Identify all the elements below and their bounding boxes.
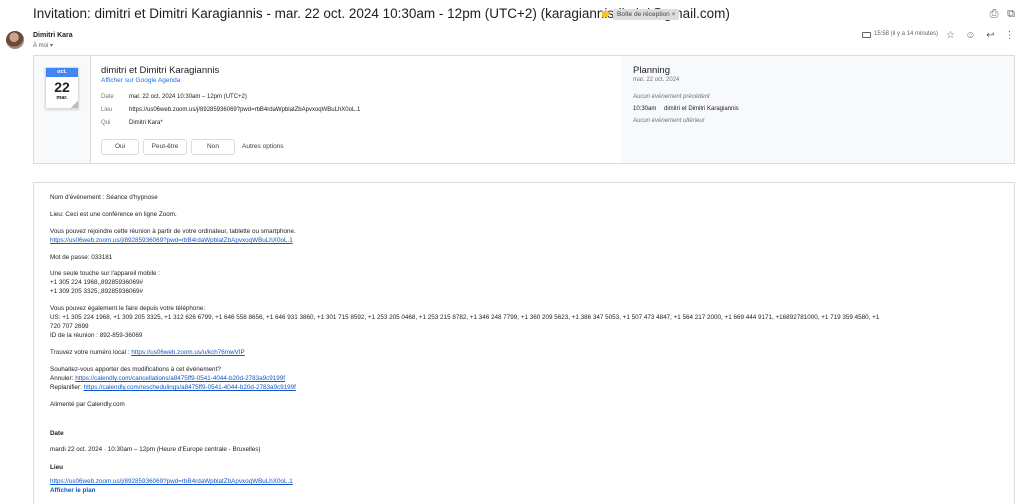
meeting-id-line: ID de la réunion : 892-859-36069 — [50, 332, 143, 339]
local-number-text: Trouvez votre numéro local : — [50, 349, 132, 356]
rsvp-yes-button[interactable]: Oui — [101, 139, 139, 155]
avatar[interactable] — [6, 31, 24, 49]
star-icon[interactable]: ☆ — [945, 30, 956, 41]
calendar-invite-card: oct. 22 mar. dimitri et Dimitri Karagian… — [33, 55, 1015, 164]
place-value[interactable]: https://us06web.zoom.us/j/89285936069?pw… — [129, 107, 360, 113]
date-heading: Date — [50, 430, 64, 437]
place-link[interactable]: https://us06web.zoom.us/j/89285936069?pw… — [50, 478, 293, 486]
guests-value: Dimitri Kara* — [129, 120, 163, 126]
calendar-day: 22 — [54, 79, 70, 95]
join-info-line: Vous pouvez rejoindre cette réunion à pa… — [50, 228, 296, 235]
rsvp-more-options-button[interactable]: Autres options — [242, 139, 284, 155]
show-map-link[interactable]: Afficher le plan — [50, 487, 96, 495]
password-line: Mot de passe: 033181 — [50, 254, 113, 261]
one-tap-heading: Une seule touche sur l'appareil mobile : — [50, 270, 161, 277]
dial-in-numbers-cont: 720 707 2699 — [50, 323, 89, 330]
local-number-link[interactable]: https://us06web.zoom.us/u/kch76mwVIP — [131, 349, 244, 356]
more-options-icon[interactable]: ⋮ — [1004, 30, 1015, 41]
event-details: dimitri et Dimitri Karagiannis Afficher … — [90, 56, 622, 163]
place-heading: Lieu — [50, 464, 63, 471]
view-in-google-calendar-link[interactable]: Afficher sur Google Agenda — [101, 77, 180, 84]
page-fold-icon — [71, 101, 78, 108]
reschedule-line: Replanifier: https://calendly.com/resche… — [50, 384, 296, 392]
powered-by-line: Alimenté par Calendly.com — [50, 401, 125, 408]
calendar-date-icon: oct. 22 mar. — [45, 67, 79, 109]
next-event-note: Aucun événement ultérieur — [633, 118, 705, 124]
date-value: mar. 22 oct. 2024 10:30am – 12pm (UTC+2) — [129, 94, 247, 100]
place-label: Lieu — [101, 107, 113, 113]
calendar-month: oct. — [46, 68, 78, 77]
print-icon[interactable]: ⎙ — [988, 8, 1000, 20]
open-new-window-icon[interactable]: ⧉ — [1005, 8, 1017, 20]
reschedule-link[interactable]: https://calendly.com/reschedulings/a8475… — [84, 384, 296, 391]
cancel-line: Annuler: https://calendly.com/cancellati… — [50, 375, 285, 383]
email-body: Nom d'événement : Séance d'hypnose Lieu:… — [33, 182, 1015, 504]
planning-title: Planning — [633, 65, 670, 76]
subject-row: Invitation: dimitri et Dimitri Karagiann… — [0, 0, 1024, 26]
date-label: Date — [101, 94, 114, 100]
previous-event-note: Aucun événement précédent — [633, 94, 710, 100]
cancel-link[interactable]: https://calendly.com/cancellations/a8475… — [75, 375, 285, 382]
one-tap-number: +1 305 224 1968,,89285936069# — [50, 279, 143, 286]
planning-event-name[interactable]: dimitri et Dimitri Karagiannis — [664, 106, 739, 112]
reschedule-text: Replanifier: — [50, 384, 84, 391]
cancel-text: Annuler: — [50, 375, 76, 382]
emoji-reaction-icon[interactable]: ☺ — [965, 30, 976, 41]
changes-heading: Souhaitez-vous apporter des modification… — [50, 366, 221, 373]
recipient-details-toggle[interactable]: À moi ▾ — [33, 42, 53, 49]
sender-name[interactable]: Dimitri Kara — [33, 32, 73, 39]
inbox-label-chip[interactable]: Boîte de réception × — [613, 9, 680, 20]
dial-in-heading: Vous pouvez également le faire depuis vo… — [50, 305, 206, 312]
rsvp-maybe-button[interactable]: Peut-être — [143, 139, 187, 155]
event-title: dimitri et Dimitri Karagiannis — [101, 65, 220, 76]
reply-icon[interactable]: ↩ — [985, 30, 996, 41]
planning-date: mar. 22 oct. 2024 — [633, 77, 680, 83]
one-tap-number: +1 309 205 3325,,89285936069# — [50, 288, 143, 295]
guests-label: Qui — [101, 120, 111, 126]
meet-icon — [862, 32, 871, 38]
location-line: Lieu: Ceci est une conférence en ligne Z… — [50, 211, 177, 218]
planning-event-time: 10:30am — [633, 106, 657, 112]
dial-in-numbers: US: +1 305 224 1968, +1 309 205 3325, +1… — [50, 314, 880, 321]
rsvp-no-button[interactable]: Non — [191, 139, 235, 155]
email-timestamp: 15:58 (il y a 14 minutes) — [874, 31, 939, 37]
date-detail: mardi 22 oct. 2024 · 10:30am – 12pm (Heu… — [50, 446, 261, 453]
local-number-line: Trouvez votre numéro local : https://us0… — [50, 349, 245, 357]
event-name-line: Nom d'événement : Séance d'hypnose — [50, 194, 158, 201]
zoom-join-link[interactable]: https://us06web.zoom.us/j/89285936069?pw… — [50, 237, 293, 245]
